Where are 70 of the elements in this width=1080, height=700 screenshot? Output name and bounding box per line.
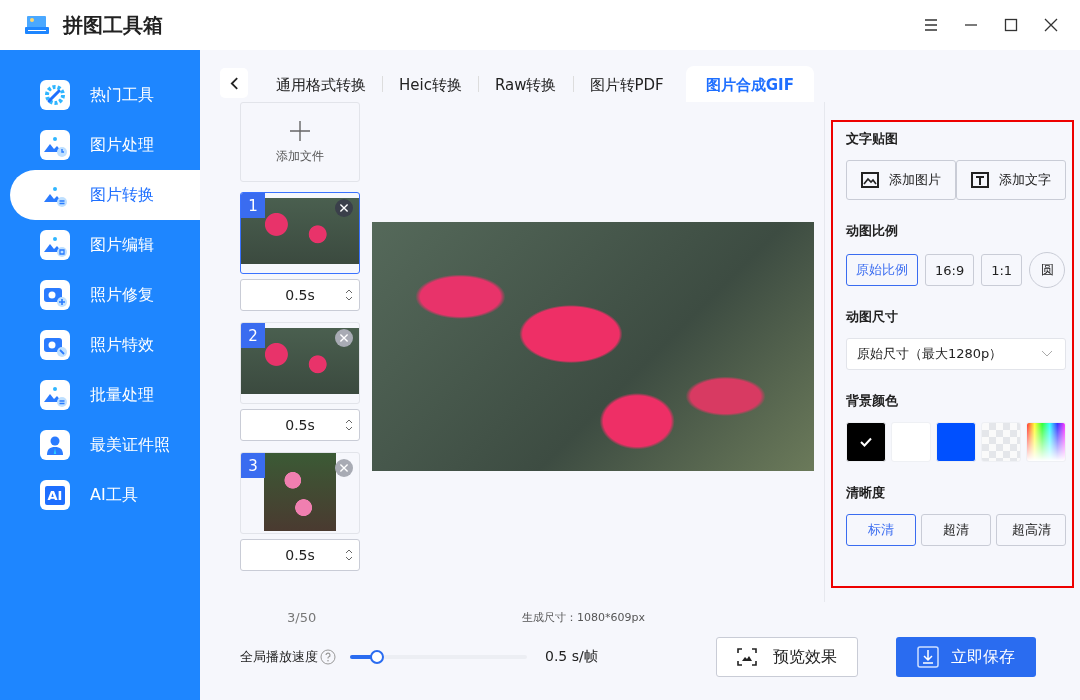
spectrum-swatch[interactable] <box>1026 422 1066 462</box>
remove-icon[interactable] <box>335 199 353 217</box>
ratio-option[interactable]: 1:1 <box>981 254 1023 286</box>
section-title: 文字贴图 <box>846 130 899 148</box>
sidebar-item[interactable]: AI AI工具 <box>0 470 200 520</box>
quality-option[interactable]: 超清 <box>921 514 991 546</box>
app-logo-icon <box>25 15 49 35</box>
slider-thumb[interactable] <box>369 650 384 664</box>
ratio-option[interactable]: 16:9 <box>925 254 975 286</box>
duration-field[interactable]: 0.5s <box>240 279 360 311</box>
section-title: 动图比例 <box>846 222 899 240</box>
quality-option[interactable]: 超高清 <box>996 514 1066 546</box>
sidebar-item[interactable]: 图片处理 <box>0 120 200 170</box>
preview-button[interactable]: 预览效果 <box>715 637 858 677</box>
quality-option[interactable]: 标清 <box>846 514 916 546</box>
sidebar-item[interactable]: 照片修复 <box>0 270 200 320</box>
app-title: 拼图工具箱 <box>63 11 163 39</box>
tab[interactable]: 通用格式转换 <box>260 66 382 102</box>
image-icon <box>861 172 879 188</box>
frame-number: 3 <box>241 453 265 478</box>
color-swatch[interactable] <box>936 422 976 462</box>
add-image-button[interactable]: 添加图片 <box>846 160 956 200</box>
maximize-icon[interactable] <box>1004 18 1018 32</box>
spinner-arrows-icon[interactable] <box>345 418 353 432</box>
frame-number: 1 <box>241 193 265 218</box>
back-button[interactable] <box>220 68 248 98</box>
spinner-arrows-icon[interactable] <box>345 288 353 302</box>
size-dropdown[interactable]: 原始尺寸（最大1280p） <box>846 338 1066 370</box>
sidebar-item[interactable]: 图片编辑 <box>0 220 200 270</box>
close-icon[interactable] <box>1044 18 1058 32</box>
text-icon <box>971 172 989 188</box>
save-button[interactable]: 立即保存 <box>895 637 1036 677</box>
spinner-arrows-icon[interactable] <box>345 548 353 562</box>
frame-thumbnail[interactable]: 2 <box>240 322 360 404</box>
menu-icon[interactable] <box>924 18 938 32</box>
tab[interactable]: 图片合成GIF <box>685 66 814 102</box>
chevron-left-icon <box>229 76 239 90</box>
sidebar-item[interactable]: 图片转换 <box>10 170 200 220</box>
ai-icon: AI <box>44 485 66 505</box>
speed-reading: 0.5 s/帧 <box>545 648 598 666</box>
frame-number: 2 <box>241 323 265 348</box>
section-title: 清晰度 <box>846 484 886 502</box>
section-title: 背景颜色 <box>846 392 899 410</box>
frame-thumbnail[interactable]: 1 <box>240 192 360 274</box>
sidebar-item[interactable]: 批量处理 <box>0 370 200 420</box>
sidebar-item[interactable]: 照片特效 <box>0 320 200 370</box>
color-swatch[interactable] <box>846 422 886 462</box>
tab[interactable]: 图片转PDF <box>573 66 680 102</box>
frame-thumbnail[interactable]: 3 <box>240 452 360 534</box>
sidebar-item[interactable]: 最美证件照 <box>0 420 200 470</box>
tab[interactable]: Heic转换 <box>383 66 478 102</box>
frame-picture-icon <box>736 648 757 666</box>
chevron-down-icon <box>1041 350 1053 358</box>
wrench-gear-icon <box>43 83 67 107</box>
tab[interactable]: Raw转换 <box>478 66 573 102</box>
ratio-option[interactable]: 原始比例 <box>846 254 918 286</box>
frame-count: 3/50 <box>286 609 318 625</box>
remove-icon[interactable] <box>335 459 353 477</box>
duration-field[interactable]: 0.5s <box>240 409 360 441</box>
duration-field[interactable]: 0.5s <box>240 539 360 571</box>
output-size: 生成尺寸：1080*609px <box>522 609 645 625</box>
sidebar-item[interactable]: 热门工具 <box>0 70 200 120</box>
ratio-option[interactable]: 圆 <box>1029 252 1066 288</box>
section-title: 动图尺寸 <box>846 308 899 326</box>
plus-icon <box>289 119 311 142</box>
download-icon <box>916 646 939 668</box>
speed-label: 全局播放速度 <box>240 648 318 666</box>
add-text-button[interactable]: 添加文字 <box>956 160 1066 200</box>
remove-icon[interactable] <box>335 329 353 347</box>
add-file-button[interactable]: 添加文件 <box>240 102 360 182</box>
